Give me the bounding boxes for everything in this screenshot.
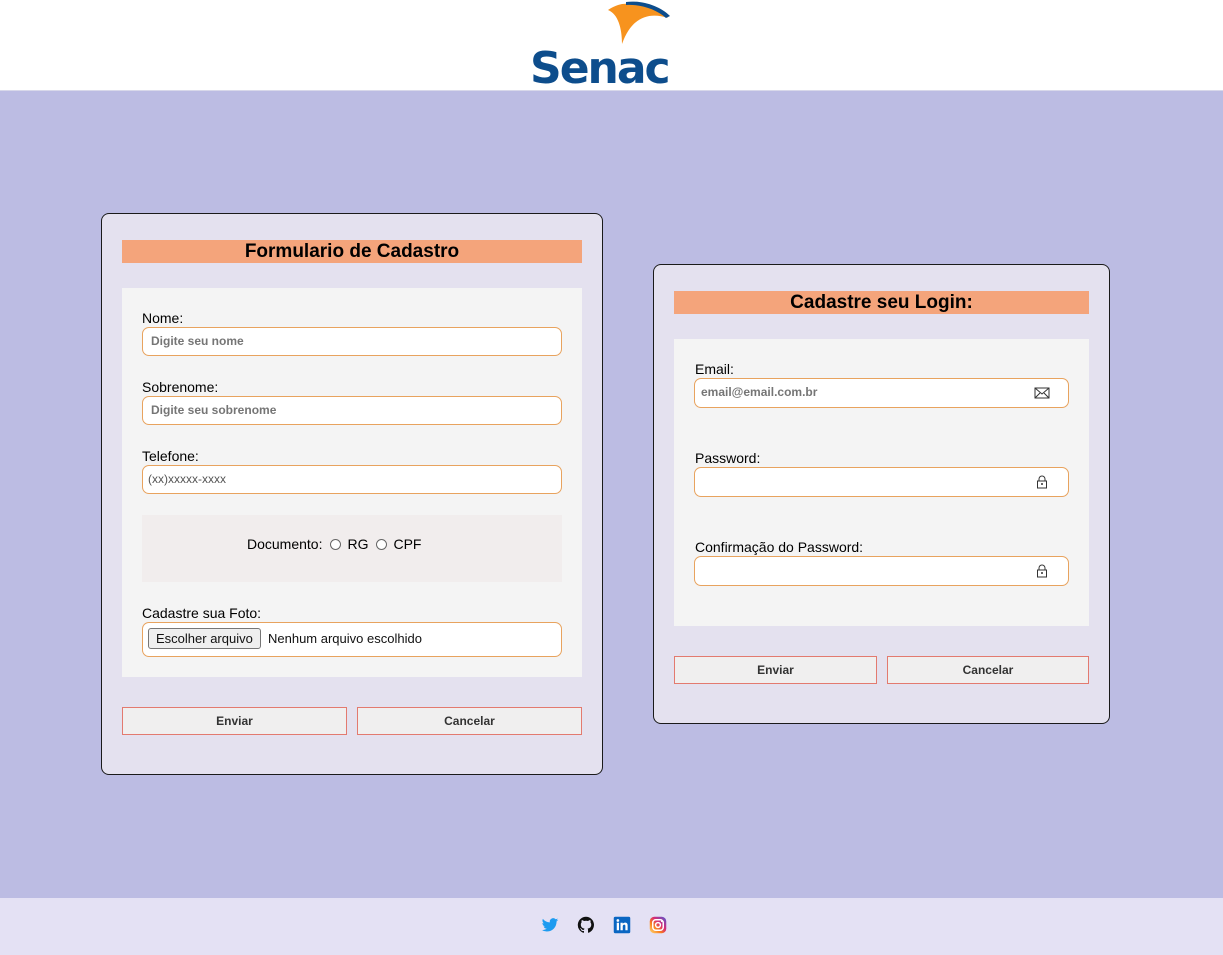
cadastro-form-panel: Nome: Digite seu nome Sobrenome: Digite … <box>122 288 582 677</box>
documento-label: Documento: <box>247 536 323 552</box>
confirm-password-label: Confirmação do Password: <box>695 539 864 555</box>
email-input[interactable]: email@email.com.br <box>694 378 1069 408</box>
sobrenome-placeholder: Digite seu sobrenome <box>151 403 277 417</box>
login-form-panel: Email: email@email.com.br Password: Conf… <box>674 339 1089 626</box>
lock-icon <box>1034 474 1050 490</box>
page-header: Senac <box>0 0 1223 91</box>
email-label: Email: <box>695 361 734 377</box>
confirm-password-input[interactable] <box>694 556 1069 586</box>
cadastro-enviar-button[interactable]: Enviar <box>122 707 347 735</box>
telefone-label: Telefone: <box>142 448 199 464</box>
twitter-icon[interactable] <box>541 916 559 934</box>
sobrenome-input[interactable]: Digite seu sobrenome <box>142 396 562 425</box>
email-placeholder: email@email.com.br <box>701 385 818 399</box>
documento-group: Documento: RG CPF <box>142 515 562 582</box>
nome-label: Nome: <box>142 310 184 326</box>
lock-icon <box>1034 563 1050 579</box>
foto-file-input[interactable]: Escolher arquivo Nenhum arquivo escolhid… <box>142 622 562 657</box>
file-status: Nenhum arquivo escolhido <box>268 631 422 646</box>
senac-logo-mark: Senac <box>530 1 671 88</box>
nome-placeholder: Digite seu nome <box>151 334 244 348</box>
login-title: Cadastre seu Login: <box>674 291 1089 314</box>
cadastro-card: Formulario de Cadastro Nome: Digite seu … <box>101 213 603 775</box>
linkedin-icon[interactable] <box>613 916 631 934</box>
telefone-input[interactable]: (xx)xxxxx-xxxx <box>142 465 562 494</box>
foto-label: Cadastre sua Foto: <box>142 605 262 621</box>
password-label: Password: <box>695 450 761 466</box>
senac-logo[interactable]: Senac <box>530 0 682 88</box>
sobrenome-label: Sobrenome: <box>142 379 219 395</box>
radio-cpf-label: CPF <box>393 536 422 552</box>
login-cancelar-button[interactable]: Cancelar <box>887 656 1089 684</box>
login-card: Cadastre seu Login: Email: email@email.c… <box>653 264 1110 724</box>
radio-cpf[interactable] <box>376 538 388 550</box>
radio-rg[interactable] <box>330 538 342 550</box>
cadastro-title: Formulario de Cadastro <box>122 240 582 263</box>
svg-text:Senac: Senac <box>530 43 669 88</box>
github-icon[interactable] <box>577 916 595 934</box>
choose-file-button[interactable]: Escolher arquivo <box>148 628 261 649</box>
radio-rg-label: RG <box>347 536 369 552</box>
social-links <box>541 916 667 934</box>
login-enviar-button[interactable]: Enviar <box>674 656 877 684</box>
telefone-placeholder: (xx)xxxxx-xxxx <box>148 472 226 486</box>
envelope-icon <box>1034 385 1050 401</box>
cadastro-cancelar-button[interactable]: Cancelar <box>357 707 582 735</box>
nome-input[interactable]: Digite seu nome <box>142 327 562 356</box>
instagram-icon[interactable] <box>649 916 667 934</box>
password-input[interactable] <box>694 467 1069 497</box>
